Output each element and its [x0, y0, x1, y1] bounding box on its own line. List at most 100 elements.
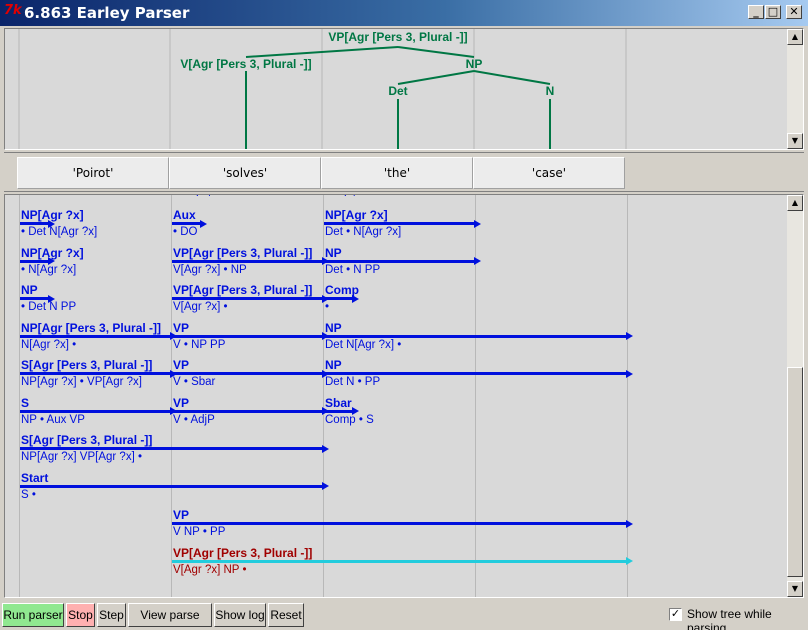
chart-pane: ~ ~.~ / ~.~/ NP[Agr ?x] • Det N[Agr ?x] Au… — [4, 194, 804, 598]
tree-node-n[interactable]: N — [546, 84, 555, 98]
edge-rhs-label: • Det N PP — [21, 301, 77, 313]
input-words-row: 'Poirot' 'solves' 'the' 'case' — [4, 152, 804, 192]
edge-arrow — [324, 259, 474, 263]
edge-lhs-label: NP — [325, 358, 342, 372]
edge-arrow — [20, 297, 48, 300]
maximize-button[interactable]: □ — [765, 5, 781, 19]
edge-arrow — [20, 372, 170, 375]
tree-node-np[interactable]: NP — [466, 57, 483, 71]
edge-rhs-label: N[Agr ?x] • — [21, 338, 77, 351]
partial-edge-label: ~ — [21, 195, 28, 199]
edge-arrow — [20, 447, 322, 450]
scroll-up-arrow-icon[interactable]: ▲ — [787, 195, 803, 211]
edge-rhs-label: • Det N[Agr ?x] — [21, 226, 98, 238]
tree-node-verb[interactable]: V[Agr [Pers 3, Plural -]] — [180, 57, 311, 71]
arrowhead-icon — [322, 444, 329, 453]
tree-node-root[interactable]: VP[Agr [Pers 3, Plural -]] — [328, 30, 467, 44]
partial-edge-label: ~.~/ — [337, 195, 357, 199]
edge-arrow — [20, 259, 48, 263]
edge-rhs-label: V • NP PP — [173, 338, 226, 351]
edge-lhs-label: VP — [173, 358, 190, 372]
scrollbar-thumb[interactable] — [787, 367, 803, 577]
edge-lhs-label: S[Agr [Pers 3, Plural -]] — [21, 358, 153, 372]
word-cell: 'solves' — [169, 157, 321, 189]
window-title: 6.863 Earley Parser — [24, 4, 190, 22]
tree-vertical-scrollbar[interactable]: ▲ ▼ — [787, 29, 803, 149]
parse-tree-pane: VP[Agr [Pers 3, Plural -]] V[Agr [Pers 3… — [4, 28, 804, 150]
view-parse-trees-button[interactable]: View parse trees — [128, 603, 212, 627]
edge-arrow — [324, 222, 474, 225]
edge-rhs-label: • — [325, 301, 330, 313]
scroll-down-arrow-icon[interactable]: ▼ — [787, 581, 803, 597]
edge-arrow — [172, 559, 626, 563]
scroll-up-arrow-icon[interactable]: ▲ — [787, 29, 803, 45]
edge-arrow — [324, 372, 626, 375]
show-log-button[interactable]: Show log — [214, 603, 266, 627]
minimize-button[interactable]: _ — [748, 5, 764, 19]
edge-lhs-label: NP[Agr [Pers 3, Plural -]] — [21, 320, 162, 335]
arrowhead-icon — [352, 294, 359, 303]
arrowhead-icon — [626, 332, 633, 340]
column-divider — [627, 195, 628, 597]
edge-lhs-label: Aux — [173, 208, 196, 222]
scroll-down-arrow-icon[interactable]: ▼ — [787, 133, 803, 149]
edge-arrow — [20, 484, 322, 488]
edge-arrow — [172, 409, 322, 413]
edge-rhs-label: Det • N[Agr ?x] — [325, 226, 402, 238]
arrowhead-icon — [474, 257, 481, 265]
edge-rhs-label: V • AdjP — [173, 413, 215, 426]
edge-rhs-label: NP[Agr ?x] • VP[Agr ?x] — [21, 376, 142, 388]
stop-button[interactable]: Stop — [66, 603, 95, 627]
close-button[interactable]: ✕ — [786, 5, 802, 19]
step-button[interactable]: Step — [97, 603, 126, 627]
edge-lhs-label: S[Agr [Pers 3, Plural -]] — [21, 433, 153, 447]
edge-rhs-label: • N[Agr ?x] — [21, 263, 77, 276]
arrowhead-icon — [626, 369, 633, 378]
arrowhead-icon — [322, 482, 329, 490]
run-parser-button[interactable]: Run parser — [2, 603, 64, 627]
edge-lhs-label: VP — [173, 395, 190, 410]
arrowhead-icon — [474, 219, 481, 228]
edge-lhs-label: NP[Agr ?x] — [325, 208, 388, 222]
column-divider — [323, 195, 324, 597]
edge-arrow — [172, 297, 322, 300]
edge-lhs-label: VP[Agr [Pers 3, Plural -]] — [173, 545, 313, 560]
edge-lhs-label: Sbar — [325, 395, 352, 410]
edge-rhs-label: V • Sbar — [173, 376, 216, 388]
edge-arrow — [172, 334, 322, 338]
edge-arrow — [324, 297, 352, 300]
edge-arrow — [172, 222, 200, 225]
edge-rhs-label: NP • Aux VP — [21, 413, 85, 426]
edge-lhs-label: S — [21, 395, 30, 410]
title-bar[interactable]: 7k 6.863 Earley Parser _ □ ✕ — [0, 0, 808, 26]
show-tree-checkbox[interactable]: ✓ — [669, 608, 682, 621]
parse-tree-canvas: VP[Agr [Pers 3, Plural -]] V[Agr [Pers 3… — [18, 29, 627, 149]
bottom-toolbar: Run parser Stop Step View parse trees Sh… — [0, 601, 808, 630]
tree-node-det[interactable]: Det — [388, 84, 407, 98]
edge-arrow — [172, 372, 322, 375]
edge-arrow — [324, 334, 626, 338]
edge-lhs-label: VP — [173, 320, 190, 335]
edge-lhs-label: VP[Agr [Pers 3, Plural -]] — [173, 283, 313, 297]
show-tree-label: Show tree while parsing — [687, 607, 772, 630]
edge-lhs-label: VP[Agr [Pers 3, Plural -]] — [173, 245, 313, 260]
edge-rhs-label: • DO — [173, 226, 198, 238]
edge-lhs-label: VP — [173, 508, 190, 522]
edge-arrow — [172, 259, 322, 263]
tk-app-icon: 7k — [4, 3, 22, 18]
edge-rhs-label: V[Agr ?x] • NP — [173, 263, 247, 276]
edge-rhs-label: V[Agr ?x] • — [173, 301, 228, 313]
edge-arrow — [20, 222, 48, 225]
reset-button[interactable]: Reset — [268, 603, 304, 627]
edge-rhs-label: Det • N PP — [325, 263, 381, 276]
edge-lhs-label: NP — [21, 283, 38, 297]
edge-arrow — [172, 522, 626, 525]
chart-vertical-scrollbar[interactable]: ▲ ▼ — [787, 195, 803, 597]
arrowhead-icon — [626, 557, 633, 565]
edge-lhs-label: NP — [325, 320, 342, 335]
edge-rhs-label: Det N • PP — [325, 376, 381, 388]
word-cell: 'Poirot' — [17, 157, 169, 189]
edge-rhs-label: NP[Agr ?x] VP[Agr ?x] • — [21, 451, 142, 463]
edge-rhs-label: Det N[Agr ?x] • — [325, 338, 402, 351]
partial-edge-label: ~.~ / — [189, 195, 212, 199]
